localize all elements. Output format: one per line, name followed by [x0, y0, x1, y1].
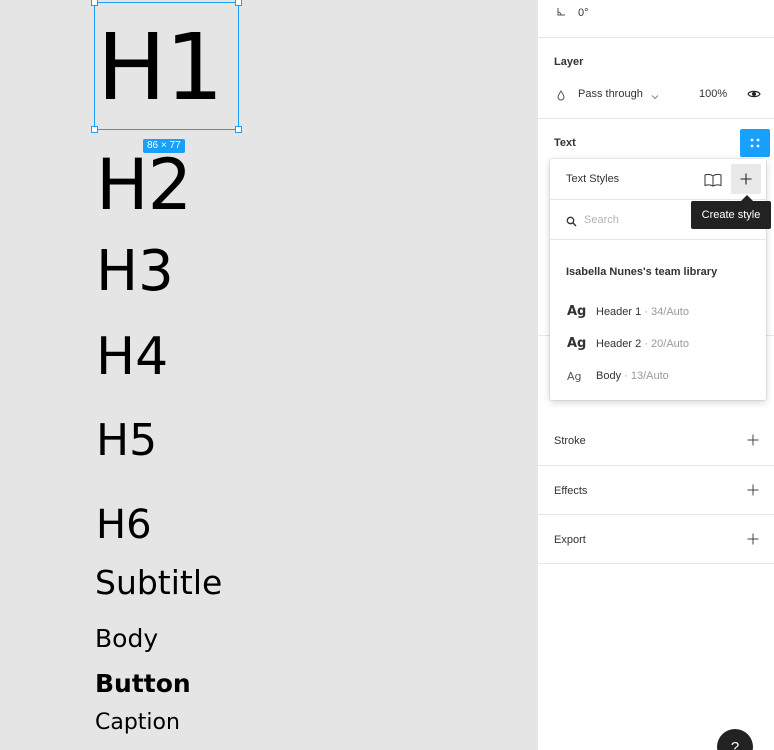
text-layer-h5[interactable]: H5: [96, 419, 157, 463]
text-layer-body[interactable]: Body: [95, 626, 158, 651]
stroke-section-title: Stroke: [554, 435, 586, 447]
style-meta: · 34/Auto: [641, 306, 689, 318]
style-preview: Ag: [567, 304, 587, 319]
opacity-input[interactable]: 100%: [699, 88, 727, 100]
rotation-input[interactable]: 0°: [578, 7, 589, 19]
popover-header: Text Styles: [550, 159, 766, 200]
text-layer-h2[interactable]: H2: [96, 150, 192, 220]
selection-size-badge: 86 × 77: [143, 139, 185, 153]
text-layer-h3[interactable]: H3: [96, 244, 174, 300]
style-name: Header 1: [596, 306, 642, 318]
effects-section-title: Effects: [554, 485, 588, 497]
add-effect-button[interactable]: [747, 483, 759, 496]
text-layer-subtitle[interactable]: Subtitle: [95, 566, 222, 599]
angle-icon: [556, 7, 566, 20]
text-style-item[interactable]: Ag Header 1 · 34/Auto: [550, 296, 766, 328]
text-styles-button[interactable]: [740, 129, 770, 157]
blend-mode-icon: [556, 88, 566, 101]
resize-handle-bottom-left[interactable]: [91, 126, 98, 133]
resize-handle-bottom-right[interactable]: [235, 126, 242, 133]
text-layer-button[interactable]: Button: [95, 671, 191, 696]
team-library-button[interactable]: [701, 169, 725, 191]
plus-icon: [740, 173, 752, 185]
resize-handle-top-right[interactable]: [235, 0, 242, 6]
effects-section: Effects: [538, 466, 774, 515]
popover-title: Text Styles: [566, 173, 620, 185]
canvas[interactable]: H1 H2 H3 H4 H5 H6 Subtitle Body Button C…: [0, 0, 537, 750]
selection-box[interactable]: [91, 0, 242, 133]
style-meta: · 20/Auto: [641, 338, 689, 350]
text-style-item[interactable]: Ag Header 2 · 20/Auto: [550, 328, 766, 360]
style-preview: Ag: [567, 336, 587, 351]
stroke-section: Stroke: [538, 416, 774, 466]
text-styles-popover: Text Styles Isabella Nunes's team librar…: [550, 159, 766, 400]
export-section: Export: [538, 515, 774, 564]
styles-grid-icon: [750, 138, 760, 148]
layer-section-title: Layer: [554, 56, 584, 68]
rotation-row: 0°: [538, 0, 774, 38]
create-style-button[interactable]: [731, 164, 761, 194]
library-name: Isabella Nunes's team library: [566, 266, 718, 278]
add-export-button[interactable]: [747, 532, 759, 545]
eye-icon[interactable]: [747, 87, 761, 99]
text-layer-h6[interactable]: H6: [96, 505, 152, 545]
text-layer-caption[interactable]: Caption: [95, 712, 180, 734]
chevron-down-icon[interactable]: [651, 88, 659, 100]
book-icon: [704, 173, 722, 187]
blend-mode-dropdown[interactable]: Pass through: [578, 88, 643, 100]
search-icon: [566, 214, 577, 227]
resize-handle-top-left[interactable]: [91, 0, 98, 6]
style-meta: · 13/Auto: [621, 370, 669, 382]
layer-section: Layer Pass through 100%: [538, 38, 774, 119]
text-layer-h4[interactable]: H4: [96, 331, 168, 383]
export-section-title: Export: [554, 534, 586, 546]
add-stroke-button[interactable]: [747, 433, 759, 446]
style-name: Body: [596, 370, 622, 382]
text-section-title: Text: [554, 137, 576, 149]
style-preview: Ag: [567, 370, 582, 383]
text-style-item[interactable]: Ag Body · 13/Auto: [550, 360, 766, 392]
style-name: Header 2: [596, 338, 642, 350]
create-style-tooltip: Create style: [691, 201, 771, 229]
